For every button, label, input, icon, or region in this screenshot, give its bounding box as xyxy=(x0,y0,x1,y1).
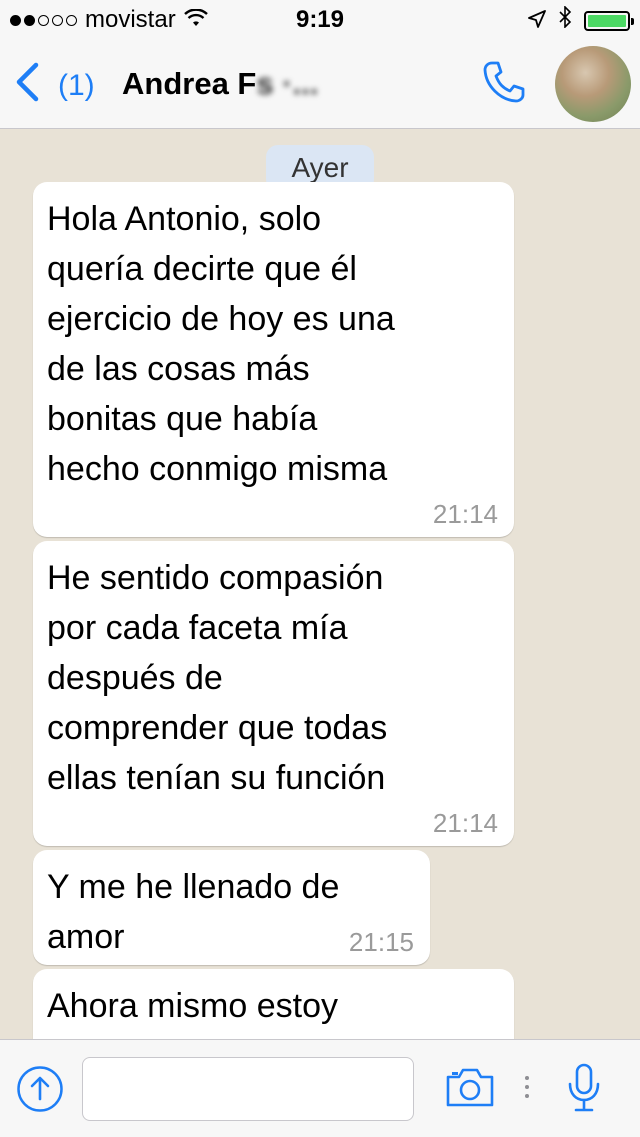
message-text: Ahora mismo estoy recibiendo de todo lo xyxy=(47,987,363,1039)
location-arrow-icon xyxy=(528,7,546,35)
bluetooth-icon xyxy=(558,5,572,35)
microphone-button[interactable] xyxy=(566,1062,602,1119)
camera-button[interactable] xyxy=(444,1065,496,1114)
status-right xyxy=(528,5,634,35)
message-time: 21:14 xyxy=(432,499,498,529)
contact-name-first: Andrea F xyxy=(122,66,257,101)
message-bubble[interactable]: Hola Antonio, solo quería decirte que él… xyxy=(33,182,514,537)
phone-icon xyxy=(480,61,528,110)
camera-icon xyxy=(444,1068,496,1113)
status-bar: movistar 9:19 xyxy=(0,0,640,40)
message-input[interactable] xyxy=(82,1057,414,1121)
message-bubble[interactable]: Y me he llenado de amor 21:15 xyxy=(33,850,430,965)
message-bubble[interactable]: Ahora mismo estoy recibiendo de todo lo xyxy=(33,969,514,1039)
more-icon[interactable] xyxy=(525,1076,529,1098)
unread-count: (1) xyxy=(58,69,95,102)
upload-icon xyxy=(16,1066,64,1117)
voice-call-button[interactable] xyxy=(480,58,528,111)
back-chevron-icon xyxy=(14,62,40,110)
chat-header: (1) Andrea Fs ·... xyxy=(0,40,640,129)
battery-icon xyxy=(584,10,634,31)
attach-button[interactable] xyxy=(16,1065,64,1118)
message-text: Hola Antonio, solo quería decirte que él… xyxy=(47,200,395,488)
back-button[interactable]: (1) xyxy=(14,62,95,110)
message-time: 21:15 xyxy=(348,927,414,957)
message-time: 21:14 xyxy=(432,808,498,838)
message-text: He sentido compasión por cada faceta mía… xyxy=(47,559,388,797)
composer-bar xyxy=(0,1039,640,1137)
contact-name[interactable]: Andrea Fs ·... xyxy=(122,66,472,102)
contact-name-obscured: s ·... xyxy=(256,66,319,101)
message-bubble[interactable]: He sentido compasión por cada faceta mía… xyxy=(33,541,514,846)
message-list[interactable]: Ayer Hola Antonio, solo quería decirte q… xyxy=(0,129,640,1039)
contact-avatar[interactable] xyxy=(555,46,631,122)
microphone-icon xyxy=(566,1063,602,1118)
